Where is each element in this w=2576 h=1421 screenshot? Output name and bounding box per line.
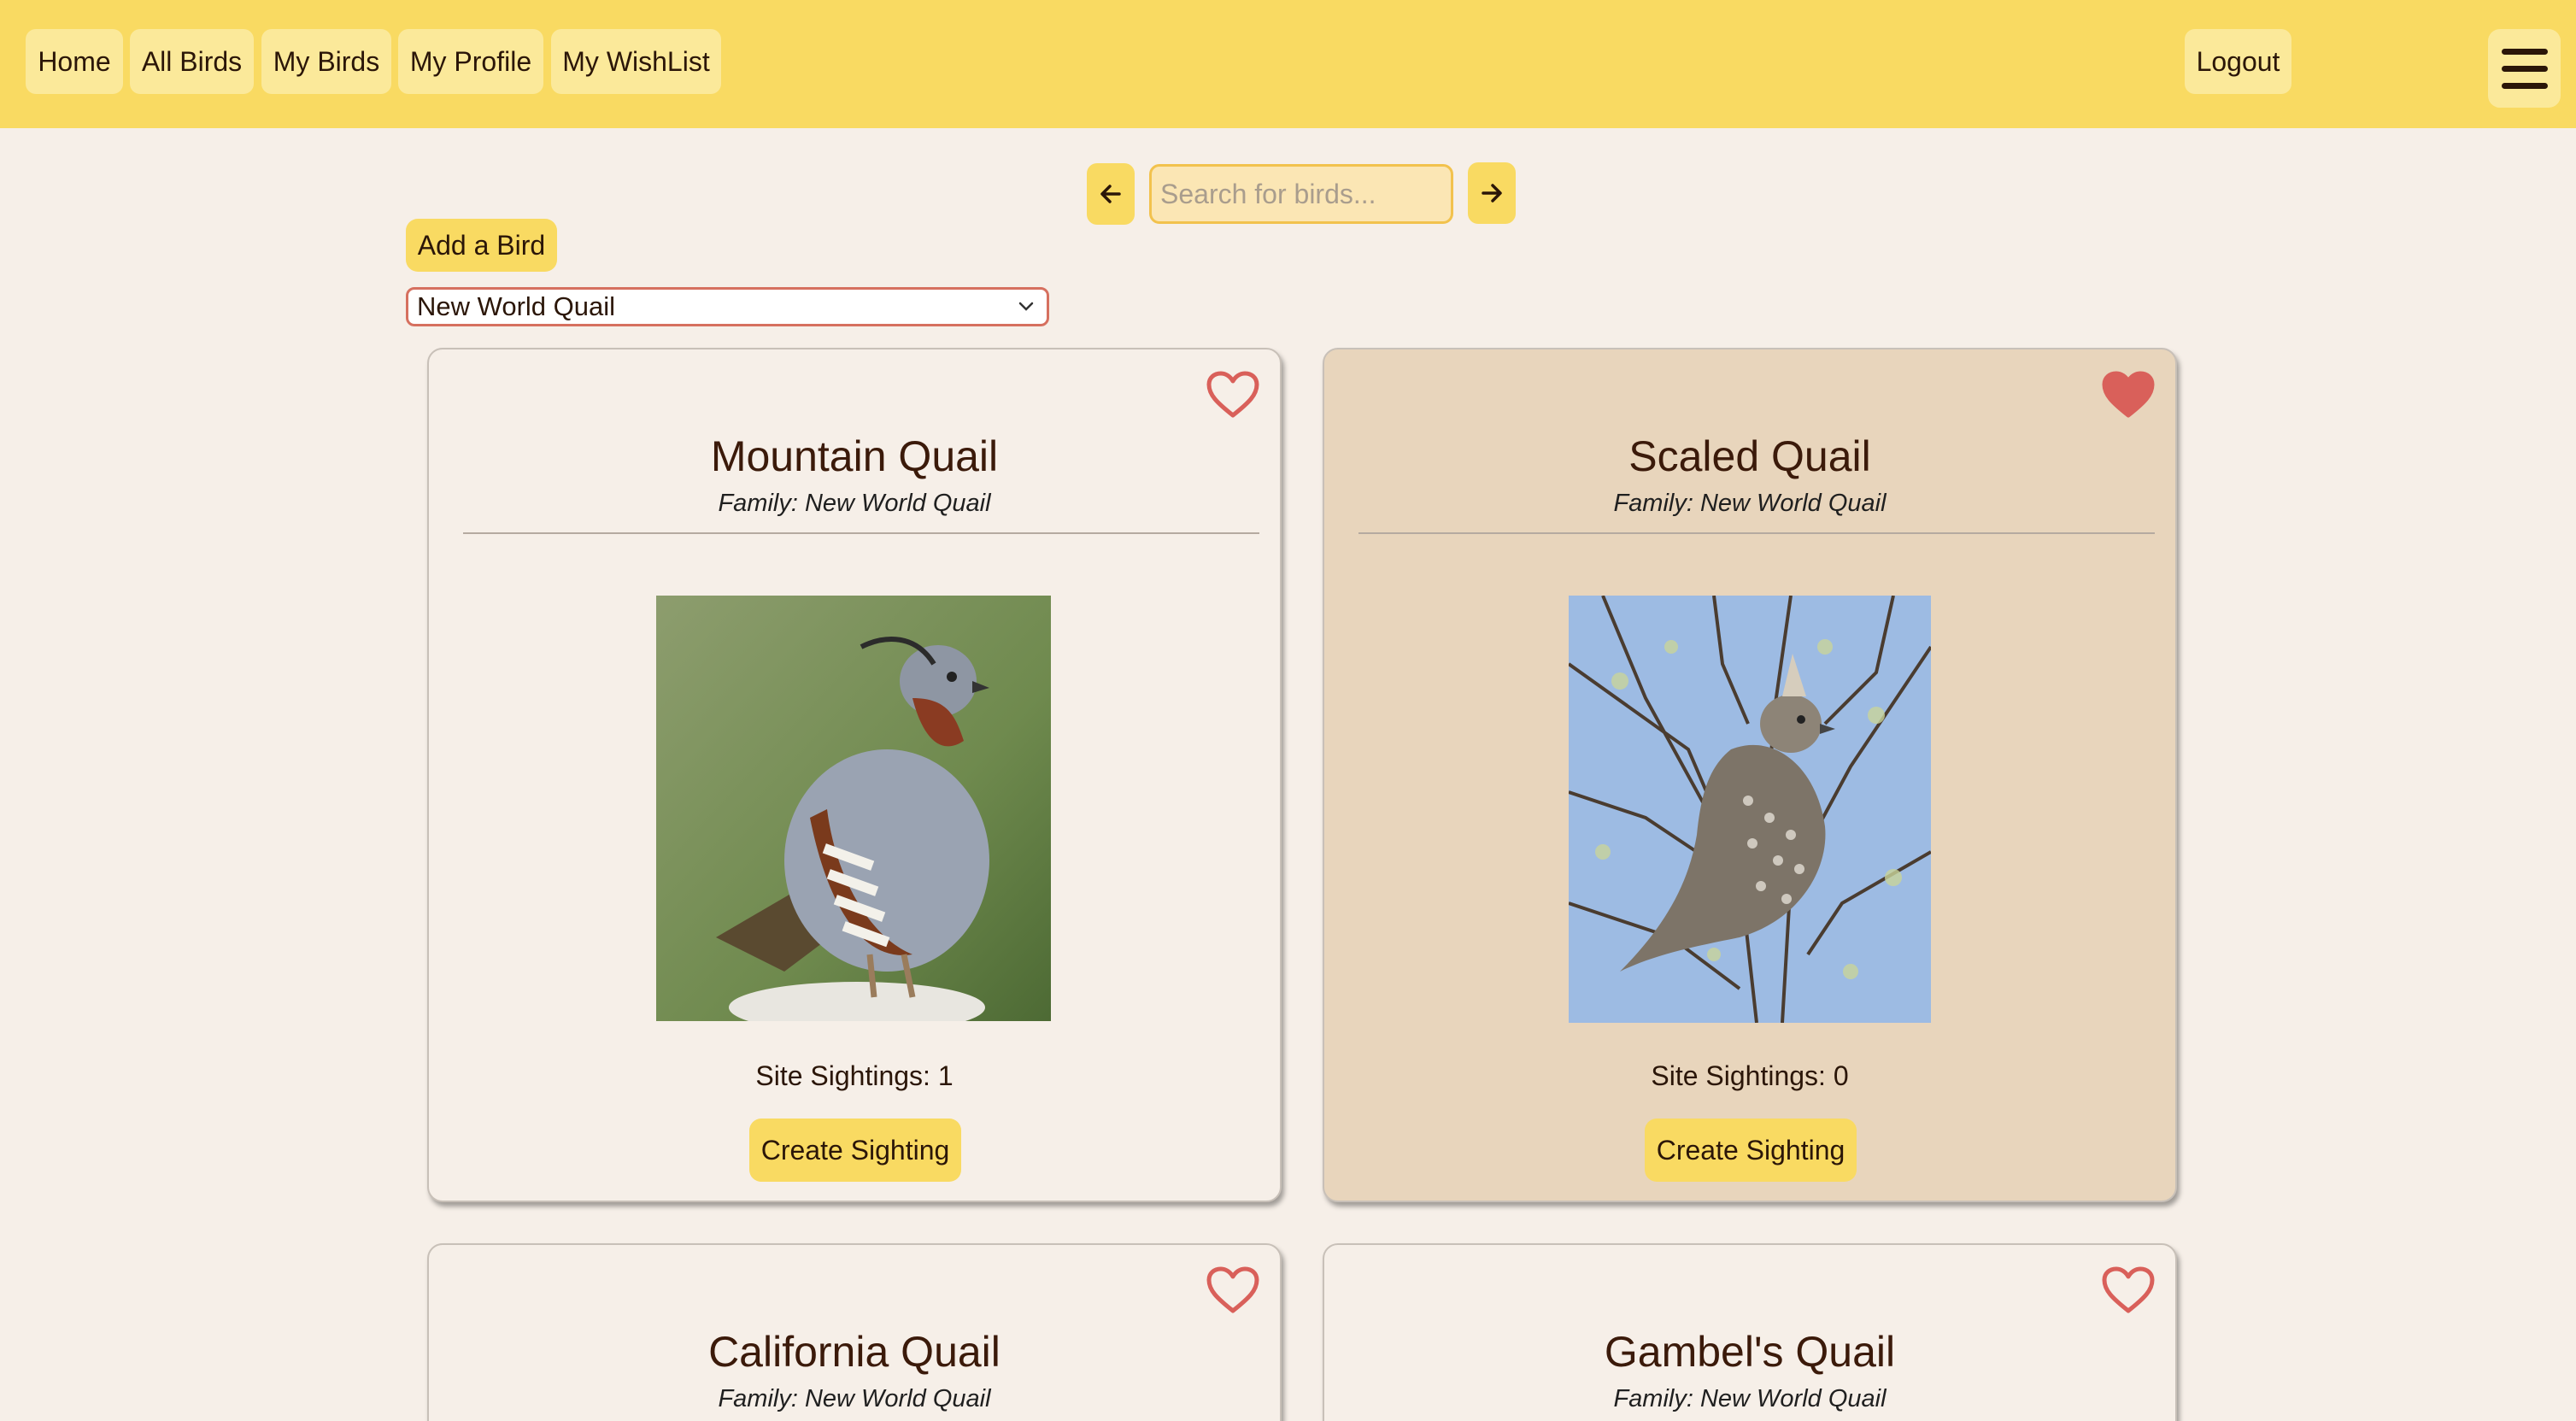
arrow-left-icon[interactable]: [1087, 163, 1135, 225]
sightings-count: Site Sightings: 1: [755, 1060, 954, 1091]
add-bird-button[interactable]: Add a Bird: [406, 219, 557, 272]
bird-name: Gambel's Quail: [1604, 1328, 1896, 1376]
top-navbar: Home All Birds My Birds My Profile My Wi…: [0, 0, 2576, 128]
bird-family: Family: New World Quail: [1613, 490, 1887, 517]
nav-all-birds-button[interactable]: All Birds: [130, 29, 254, 94]
bird-name: Mountain Quail: [710, 432, 999, 480]
nav-home-button[interactable]: Home: [26, 29, 123, 94]
heart-outline-icon[interactable]: [1205, 1265, 1261, 1315]
bird-name: Scaled Quail: [1628, 432, 1871, 480]
arrow-right-icon[interactable]: [1468, 162, 1516, 224]
bird-photo: [656, 596, 1051, 1021]
logout-button[interactable]: Logout: [2185, 29, 2291, 94]
family-filter-select[interactable]: New World Quail: [406, 287, 1049, 326]
heart-outline-icon[interactable]: [1205, 370, 1261, 420]
nav-my-profile-button[interactable]: My Profile: [398, 29, 543, 94]
bird-photo: [1569, 596, 1931, 1023]
divider: [1358, 532, 2155, 534]
heart-filled-icon[interactable]: [2100, 370, 2156, 420]
chevron-down-icon: [1018, 302, 1034, 311]
bird-card: Mountain Quail Family: New World Quail S…: [427, 348, 1282, 1202]
bird-family: Family: New World Quail: [718, 1385, 991, 1412]
hamburger-menu-icon[interactable]: [2488, 29, 2561, 108]
create-sighting-button[interactable]: Create Sighting: [749, 1119, 961, 1182]
bird-card-favorited: Scaled Quail Family: New World Quail Sit…: [1323, 348, 2177, 1202]
bird-card: California Quail Family: New World Quail: [427, 1243, 1282, 1421]
bird-family: Family: New World Quail: [718, 490, 991, 517]
divider: [463, 532, 1259, 534]
bird-card: Gambel's Quail Family: New World Quail: [1323, 1243, 2177, 1421]
family-filter-value: New World Quail: [417, 291, 616, 321]
nav-my-birds-button[interactable]: My Birds: [261, 29, 391, 94]
create-sighting-button[interactable]: Create Sighting: [1645, 1119, 1857, 1182]
nav-my-wishlist-button[interactable]: My WishList: [551, 29, 721, 94]
search-input[interactable]: [1149, 164, 1453, 224]
sightings-count: Site Sightings: 0: [1651, 1060, 1849, 1091]
heart-outline-icon[interactable]: [2100, 1265, 2156, 1315]
bird-family: Family: New World Quail: [1613, 1385, 1887, 1412]
bird-name: California Quail: [708, 1328, 1000, 1376]
